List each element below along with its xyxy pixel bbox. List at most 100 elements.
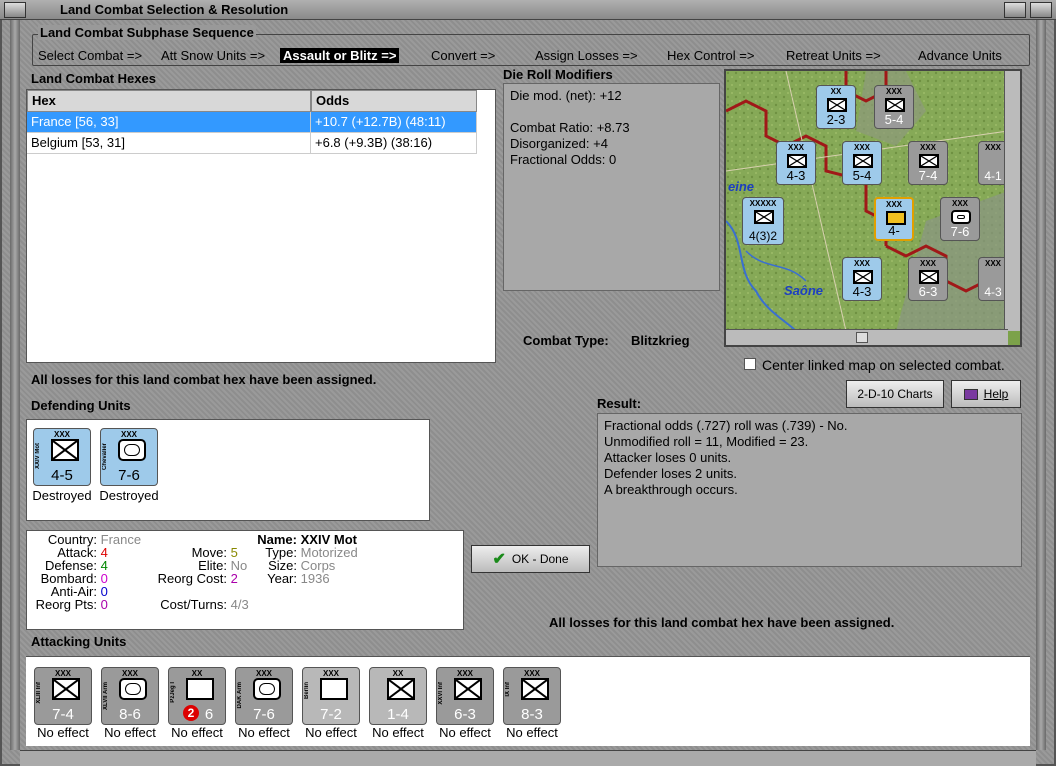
counter-strength: 4-1 (984, 169, 1002, 183)
infantry-symbol-icon (853, 154, 873, 168)
right-border (1036, 20, 1046, 750)
attacking-unit-counter[interactable]: XXX IX Inf 8-3 (503, 667, 561, 725)
map-counter[interactable]: XXX 6-3 (908, 257, 948, 301)
counter-size: XXX (523, 669, 540, 678)
seq-step-advance-units: Advance Units (918, 48, 1002, 63)
hex-cell: France [56, 33] (27, 112, 311, 133)
attacking-unit-counter[interactable]: XXX Berlin 7-2 (302, 667, 360, 725)
counter-size: XXX (255, 669, 272, 678)
column-header-hex[interactable]: Hex (27, 90, 311, 112)
close-button[interactable] (1030, 2, 1052, 18)
counter-strength: 7-6 (950, 224, 970, 239)
attacking-unit-counter[interactable]: XXX XLVII Arm 8-6 (101, 667, 159, 725)
map-vertical-scrollbar[interactable] (1004, 71, 1020, 331)
counter-strength: 4-3 (984, 285, 1002, 299)
attacking-unit-status: No effect (305, 725, 357, 740)
column-header-odds[interactable]: Odds (311, 90, 477, 112)
minimize-button[interactable] (1004, 2, 1026, 18)
attacking-unit-counter[interactable]: XX 1-4 (369, 667, 427, 725)
counter-unit-name: XXIV Mot (35, 443, 41, 470)
map-counter[interactable]: XXX 4-3 (776, 141, 816, 185)
result-line: A breakthrough occurs. (604, 482, 738, 497)
result-line: Unmodified roll = 11, Modified = 23. (604, 434, 809, 449)
defending-unit-counter[interactable]: XXX Chevalier 7-6 (100, 428, 158, 486)
counter-unit-name: IX Inf (505, 682, 511, 697)
counter-strength: 5-4 (852, 168, 872, 183)
counter-strength: 8-6 (119, 706, 141, 723)
combat-type-label: Combat Type: (523, 333, 609, 348)
modifier-line: Die mod. (net): +12 (510, 88, 622, 103)
map-horizontal-scrollbar[interactable] (726, 329, 1008, 345)
result-line: Defender loses 2 units. (604, 466, 737, 481)
counter-size: XXX (120, 430, 137, 439)
defending-unit-counter[interactable]: XXX XXIV Mot 4-5 (33, 428, 91, 486)
counter-strength: 7-2 (320, 706, 342, 723)
map-counter[interactable]: XXX 4-3 (842, 257, 882, 301)
charts-button[interactable]: 2-D-10 Charts (846, 380, 944, 408)
system-menu-button[interactable] (4, 2, 26, 18)
attacking-unit-counter[interactable]: XXX XLIII Inf 7-4 (34, 667, 92, 725)
map-counter[interactable]: XXX 7-4 (908, 141, 948, 185)
counter-size: XXX (53, 430, 70, 439)
map-counter[interactable]: XXX 5-4 (842, 141, 882, 185)
combat-hexes-table: Hex Odds France [56, 33] +10.7 (+12.7B) … (26, 89, 496, 363)
table-row[interactable]: France [56, 33] +10.7 (+12.7B) (48:11) (27, 112, 495, 133)
counter-unit-name: DAK Arm (237, 682, 243, 709)
map-counter[interactable]: XXX 7-6 (940, 197, 980, 241)
map-counter-selected[interactable]: XXX 4- (874, 197, 914, 241)
mini-map[interactable]: eine Saône XX 2-3 XXX 5-4 XXX 4-3 XXX 5-… (724, 69, 1022, 347)
infantry-symbol-icon (885, 98, 905, 112)
counter-strength: 6-3 (454, 706, 476, 723)
counter-strength: 7-4 (52, 706, 74, 723)
counter-strength: 7-6 (118, 467, 140, 484)
seq-step-assault-or-blitz: Assault or Blitz => (280, 48, 400, 63)
attacking-units-box: XXX XLIII Inf 7-4 No effect XXX XLVII Ar… (26, 656, 1030, 746)
attacking-unit-status: No effect (439, 725, 491, 740)
charts-button-label: 2-D-10 Charts (857, 387, 933, 401)
attacking-unit-counter[interactable]: XXX DAK Arm 7-6 (235, 667, 293, 725)
reorg-pts-label: Reorg Pts: (35, 597, 97, 612)
modifier-line (510, 104, 713, 120)
attacking-unit-status: No effect (104, 725, 156, 740)
counter-size: XXX (919, 259, 936, 268)
map-counter[interactable]: XXXXX 4(3)2 (742, 197, 784, 245)
attacking-unit-counter[interactable]: XX PzJeg I 2 6 (168, 667, 226, 725)
map-counter[interactable]: XX 2-3 (816, 85, 856, 129)
unit-info-panel: Country: France Attack: 4 Defense: 4 Bom… (26, 530, 464, 630)
counter-size: XXX (951, 199, 968, 208)
center-map-checkbox[interactable] (744, 358, 756, 370)
seq-step-select-combat: Select Combat => (38, 48, 143, 63)
attacking-unit-status: No effect (171, 725, 223, 740)
counter-strength: 2-3 (826, 112, 846, 127)
attacking-unit-status: No effect (506, 725, 558, 740)
map-counter[interactable]: XXX 5-4 (874, 85, 914, 129)
table-row[interactable]: Belgium [53, 31] +6.8 (+9.3B) (38:16) (27, 133, 495, 154)
infantry-symbol-icon (52, 678, 80, 700)
ok-done-button[interactable]: ✔ OK - Done (471, 545, 590, 573)
infantry-symbol-icon (454, 678, 482, 700)
counter-strength: 8-3 (521, 706, 543, 723)
counter-size: XX (830, 87, 842, 96)
counter-strength: 4- (888, 223, 900, 238)
map-scroll-thumb[interactable] (856, 332, 868, 343)
infantry-symbol-icon (919, 270, 939, 284)
seq-step-convert: Convert => (431, 48, 496, 63)
counter-size: XXX (54, 669, 71, 678)
counter-unit-name: PzJeg I (170, 682, 176, 703)
result-line: Fractional odds (.727) roll was (.739) -… (604, 418, 848, 433)
armor-symbol-icon (253, 678, 281, 700)
center-map-label[interactable]: Center linked map on selected combat. (762, 357, 1005, 373)
attacking-unit-counter[interactable]: XXX XXVI Inf 6-3 (436, 667, 494, 725)
counter-size: XXX (322, 669, 339, 678)
counter-strength: 7-4 (918, 168, 938, 183)
counter-strength: 7-6 (253, 706, 275, 723)
bottom-scrollbar[interactable] (20, 750, 1036, 766)
map-label-saone: Saône (784, 283, 824, 298)
armor-symbol-icon (119, 678, 147, 700)
defending-units-title: Defending Units (31, 398, 131, 413)
help-button[interactable]: Help (951, 380, 1021, 408)
infantry-symbol-icon (521, 678, 549, 700)
counter-size: XXXXX (749, 199, 777, 208)
defending-units-box: XXX XXIV Mot 4-5 Destroyed XXX Chevalier… (26, 419, 430, 521)
counter-strength: 4-5 (51, 467, 73, 484)
